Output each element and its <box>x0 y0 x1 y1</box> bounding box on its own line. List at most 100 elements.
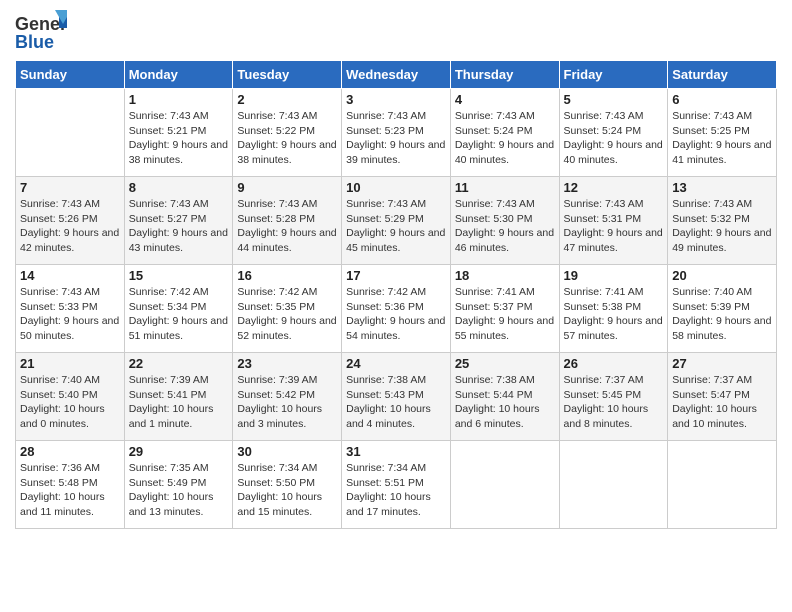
calendar-cell: 9Sunrise: 7:43 AMSunset: 5:28 PMDaylight… <box>233 177 342 265</box>
day-number: 25 <box>455 356 555 371</box>
day-number: 30 <box>237 444 337 459</box>
day-of-week-header: Friday <box>559 61 668 89</box>
day-number: 19 <box>564 268 664 283</box>
day-number: 7 <box>20 180 120 195</box>
calendar-week-row: 7 Sunrise: 7:43 AMSunset: 5:26 PMDaylight… <box>16 177 777 265</box>
calendar-cell: 18 Sunrise: 7:41 AMSunset: 5:37 PMDayligh… <box>450 265 559 353</box>
day-number: 15 <box>129 268 229 283</box>
calendar-cell: 24 Sunrise: 7:38 AMSunset: 5:43 PMDayligh… <box>342 353 451 441</box>
day-number: 5 <box>564 92 664 107</box>
day-info: Sunrise: 7:42 AMSunset: 5:34 PMDaylight:… <box>129 285 229 344</box>
calendar-header-row: SundayMondayTuesdayWednesdayThursdayFrid… <box>16 61 777 89</box>
day-info: Sunrise: 7:43 AMSunset: 5:24 PMDaylight:… <box>564 109 664 168</box>
day-number: 8 <box>129 180 229 195</box>
calendar-cell: 12 Sunrise: 7:43 AMSunset: 5:31 PMDayligh… <box>559 177 668 265</box>
day-info: Sunrise: 7:38 AMSunset: 5:44 PMDaylight:… <box>455 373 555 432</box>
day-info: Sunrise: 7:34 AMSunset: 5:50 PMDaylight:… <box>237 461 337 520</box>
day-number: 28 <box>20 444 120 459</box>
day-number: 16 <box>237 268 337 283</box>
calendar-cell <box>668 441 777 529</box>
svg-text:Blue: Blue <box>15 32 54 52</box>
calendar-table: SundayMondayTuesdayWednesdayThursdayFrid… <box>15 60 777 529</box>
calendar-cell: 11 Sunrise: 7:43 AMSunset: 5:30 PMDayligh… <box>450 177 559 265</box>
day-info: Sunrise: 7:39 AMSunset: 5:42 PMDaylight:… <box>237 373 337 432</box>
calendar-cell: 19Sunrise: 7:41 AMSunset: 5:38 PMDayligh… <box>559 265 668 353</box>
day-number: 27 <box>672 356 772 371</box>
day-info: Sunrise: 7:40 AMSunset: 5:39 PMDaylight:… <box>672 285 772 344</box>
day-number: 1 <box>129 92 229 107</box>
calendar-cell: 10 Sunrise: 7:43 AMSunset: 5:29 PMDayligh… <box>342 177 451 265</box>
day-info: Sunrise: 7:35 AMSunset: 5:49 PMDaylight:… <box>129 461 229 520</box>
day-info: Sunrise: 7:37 AMSunset: 5:47 PMDaylight:… <box>672 373 772 432</box>
calendar-cell <box>450 441 559 529</box>
day-number: 21 <box>20 356 120 371</box>
logo: General Blue <box>15 10 67 54</box>
day-of-week-header: Saturday <box>668 61 777 89</box>
calendar-cell: 3 Sunrise: 7:43 AMSunset: 5:23 PMDaylight… <box>342 89 451 177</box>
day-info: Sunrise: 7:39 AMSunset: 5:41 PMDaylight:… <box>129 373 229 432</box>
calendar-cell: 29 Sunrise: 7:35 AMSunset: 5:49 PMDayligh… <box>124 441 233 529</box>
day-number: 20 <box>672 268 772 283</box>
day-number: 17 <box>346 268 446 283</box>
day-number: 14 <box>20 268 120 283</box>
calendar-week-row: 1 Sunrise: 7:43 AMSunset: 5:21 PMDaylight… <box>16 89 777 177</box>
calendar-cell: 20 Sunrise: 7:40 AMSunset: 5:39 PMDayligh… <box>668 265 777 353</box>
calendar-cell: 14Sunrise: 7:43 AMSunset: 5:33 PMDayligh… <box>16 265 125 353</box>
calendar-cell: 23 Sunrise: 7:39 AMSunset: 5:42 PMDayligh… <box>233 353 342 441</box>
calendar-cell: 4 Sunrise: 7:43 AMSunset: 5:24 PMDaylight… <box>450 89 559 177</box>
calendar-cell <box>16 89 125 177</box>
calendar-cell: 1 Sunrise: 7:43 AMSunset: 5:21 PMDaylight… <box>124 89 233 177</box>
day-number: 23 <box>237 356 337 371</box>
day-info: Sunrise: 7:34 AMSunset: 5:51 PMDaylight:… <box>346 461 446 520</box>
logo-icon: General Blue <box>15 10 67 54</box>
calendar-cell: 30 Sunrise: 7:34 AMSunset: 5:50 PMDayligh… <box>233 441 342 529</box>
day-info: Sunrise: 7:43 AMSunset: 5:23 PMDaylight:… <box>346 109 446 168</box>
calendar-cell: 25 Sunrise: 7:38 AMSunset: 5:44 PMDayligh… <box>450 353 559 441</box>
day-info: Sunrise: 7:41 AMSunset: 5:37 PMDaylight:… <box>455 285 555 344</box>
calendar-cell: 17 Sunrise: 7:42 AMSunset: 5:36 PMDayligh… <box>342 265 451 353</box>
calendar-cell: 22Sunrise: 7:39 AMSunset: 5:41 PMDayligh… <box>124 353 233 441</box>
day-number: 10 <box>346 180 446 195</box>
day-number: 29 <box>129 444 229 459</box>
day-info: Sunrise: 7:40 AMSunset: 5:40 PMDaylight:… <box>20 373 120 432</box>
day-info: Sunrise: 7:37 AMSunset: 5:45 PMDaylight:… <box>564 373 664 432</box>
day-info: Sunrise: 7:42 AMSunset: 5:36 PMDaylight:… <box>346 285 446 344</box>
calendar-cell: 2 Sunrise: 7:43 AMSunset: 5:22 PMDaylight… <box>233 89 342 177</box>
day-info: Sunrise: 7:43 AMSunset: 5:31 PMDaylight:… <box>564 197 664 256</box>
day-of-week-header: Thursday <box>450 61 559 89</box>
day-info: Sunrise: 7:43 AMSunset: 5:32 PMDaylight:… <box>672 197 772 256</box>
day-info: Sunrise: 7:43 AMSunset: 5:25 PMDaylight:… <box>672 109 772 168</box>
calendar-cell: 16Sunrise: 7:42 AMSunset: 5:35 PMDayligh… <box>233 265 342 353</box>
day-info: Sunrise: 7:43 AMSunset: 5:26 PMDaylight:… <box>20 197 120 256</box>
calendar-week-row: 14Sunrise: 7:43 AMSunset: 5:33 PMDayligh… <box>16 265 777 353</box>
calendar-cell: 8 Sunrise: 7:43 AMSunset: 5:27 PMDaylight… <box>124 177 233 265</box>
day-of-week-header: Sunday <box>16 61 125 89</box>
day-info: Sunrise: 7:38 AMSunset: 5:43 PMDaylight:… <box>346 373 446 432</box>
calendar-cell: 13Sunrise: 7:43 AMSunset: 5:32 PMDayligh… <box>668 177 777 265</box>
day-number: 6 <box>672 92 772 107</box>
day-info: Sunrise: 7:43 AMSunset: 5:21 PMDaylight:… <box>129 109 229 168</box>
day-info: Sunrise: 7:43 AMSunset: 5:27 PMDaylight:… <box>129 197 229 256</box>
day-number: 18 <box>455 268 555 283</box>
day-of-week-header: Monday <box>124 61 233 89</box>
day-info: Sunrise: 7:43 AMSunset: 5:22 PMDaylight:… <box>237 109 337 168</box>
calendar-week-row: 21 Sunrise: 7:40 AMSunset: 5:40 PMDayligh… <box>16 353 777 441</box>
day-number: 4 <box>455 92 555 107</box>
day-number: 12 <box>564 180 664 195</box>
calendar-cell <box>559 441 668 529</box>
day-info: Sunrise: 7:43 AMSunset: 5:29 PMDaylight:… <box>346 197 446 256</box>
day-number: 11 <box>455 180 555 195</box>
day-number: 2 <box>237 92 337 107</box>
calendar-cell: 28 Sunrise: 7:36 AMSunset: 5:48 PMDayligh… <box>16 441 125 529</box>
day-of-week-header: Wednesday <box>342 61 451 89</box>
day-number: 3 <box>346 92 446 107</box>
calendar-cell: 15 Sunrise: 7:42 AMSunset: 5:34 PMDayligh… <box>124 265 233 353</box>
day-info: Sunrise: 7:43 AMSunset: 5:24 PMDaylight:… <box>455 109 555 168</box>
day-info: Sunrise: 7:36 AMSunset: 5:48 PMDaylight:… <box>20 461 120 520</box>
day-number: 24 <box>346 356 446 371</box>
calendar-cell: 21 Sunrise: 7:40 AMSunset: 5:40 PMDayligh… <box>16 353 125 441</box>
calendar-cell: 26Sunrise: 7:37 AMSunset: 5:45 PMDayligh… <box>559 353 668 441</box>
day-info: Sunrise: 7:43 AMSunset: 5:30 PMDaylight:… <box>455 197 555 256</box>
calendar-cell: 5 Sunrise: 7:43 AMSunset: 5:24 PMDaylight… <box>559 89 668 177</box>
calendar-cell: 6 Sunrise: 7:43 AMSunset: 5:25 PMDaylight… <box>668 89 777 177</box>
